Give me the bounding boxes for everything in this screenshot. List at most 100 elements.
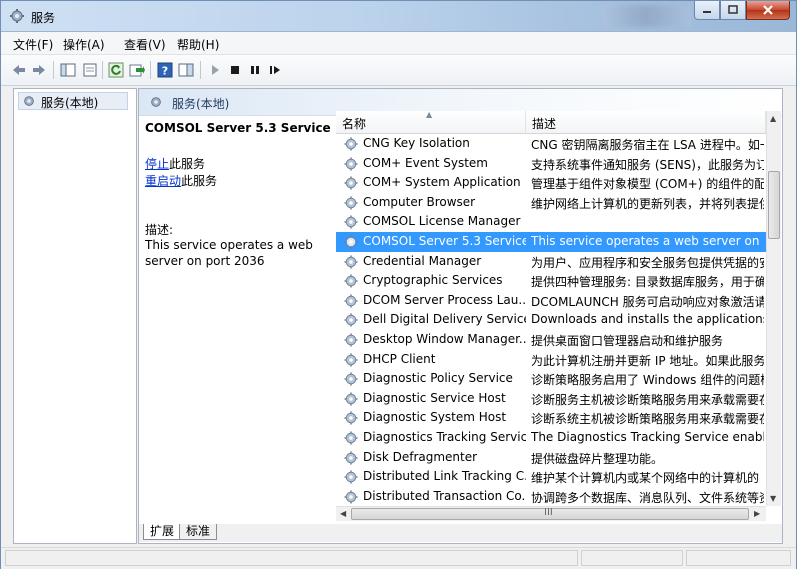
service-row[interactable]: Diagnostic Policy Service 诊断策略服务启用了 Windo… xyxy=(336,369,766,389)
service-name: COM+ Event System xyxy=(363,155,488,170)
restart-service-icon[interactable] xyxy=(267,62,283,78)
stop-service-icon[interactable] xyxy=(227,62,243,78)
view-tabs: 扩展 标准 xyxy=(139,524,782,542)
column-header-name[interactable]: 名称 ▲ xyxy=(336,111,526,133)
scroll-down-arrow-icon[interactable]: ▼ xyxy=(770,494,776,503)
horizontal-scroll-thumb[interactable]: III xyxy=(351,507,749,520)
scroll-left-arrow-icon[interactable]: ◀ xyxy=(340,509,346,518)
title-bar[interactable]: 服务 xyxy=(1,1,796,32)
vertical-scrollbar[interactable]: ▲ ▼ xyxy=(766,111,781,506)
service-name: Diagnostic Service Host xyxy=(363,390,506,405)
service-row[interactable]: COMSOL License Manager xyxy=(336,212,766,232)
tree-item-label: 服务(本地) xyxy=(41,96,99,110)
services-gear-icon xyxy=(151,97,161,107)
service-row[interactable]: Dell Digital Delivery Service Downloads a… xyxy=(336,310,766,330)
column-header-description[interactable]: 描述 xyxy=(526,111,766,133)
toolbar-separator xyxy=(102,61,103,79)
scroll-up-arrow-icon[interactable]: ▲ xyxy=(770,114,776,123)
service-row[interactable]: Diagnostics Tracking Service The Diagnost… xyxy=(336,428,766,448)
service-name: COMSOL License Manager xyxy=(363,214,521,229)
start-service-icon[interactable] xyxy=(207,62,223,78)
service-row[interactable]: COM+ Event System 支持系统事件通知服务 (SENS)，此服务为订… xyxy=(336,154,766,174)
service-name: Cryptographic Services xyxy=(363,273,503,288)
pane-header-label: 服务(本地) xyxy=(172,97,230,111)
service-name: Distributed Transaction Co... xyxy=(363,488,526,503)
service-row[interactable]: Cryptographic Services 提供四种管理服务: 目录数据库服务，… xyxy=(336,271,766,291)
service-description: 诊断服务主机被诊断策略服务用来承载需要在... xyxy=(531,392,764,407)
title-blur-area xyxy=(601,5,691,27)
back-arrow-icon[interactable] xyxy=(11,62,27,78)
show-hide-icon[interactable] xyxy=(178,62,194,78)
scroll-right-arrow-icon[interactable]: ▶ xyxy=(754,509,760,518)
service-gear-icon xyxy=(344,176,358,190)
service-row[interactable]: Diagnostic Service Host 诊断服务主机被诊断策略服务用来承载… xyxy=(336,389,766,409)
close-button[interactable] xyxy=(746,1,790,20)
toolbar-separator xyxy=(53,61,54,79)
forward-arrow-icon[interactable] xyxy=(31,62,47,78)
services-gear-icon xyxy=(10,9,24,23)
service-name: Disk Defragmenter xyxy=(363,449,478,464)
service-name: DHCP Client xyxy=(363,351,436,366)
export-list-icon[interactable] xyxy=(129,62,145,78)
vertical-scroll-thumb[interactable] xyxy=(768,171,780,239)
service-row[interactable]: CNG Key Isolation CNG 密钥隔离服务宿主在 LSA 进程中。如… xyxy=(336,134,766,154)
service-row[interactable]: Distributed Link Tracking C... 维护某个计算机内或某… xyxy=(336,467,766,487)
service-row[interactable]: COMSOL Server 5.3 Service This service op… xyxy=(336,232,766,252)
horizontal-scrollbar[interactable]: ◀ III ▶ xyxy=(336,506,766,521)
service-row[interactable]: COM+ System Application 管理基于组件对象模型 (COM+)… xyxy=(336,173,766,193)
service-name: CNG Key Isolation xyxy=(363,136,470,150)
console-tree-icon[interactable] xyxy=(60,62,76,78)
menu-help[interactable]: 帮助(H) xyxy=(177,36,219,53)
status-cell xyxy=(5,550,578,566)
service-description: 提供磁盘碎片整理功能。 xyxy=(531,451,664,466)
menu-file[interactable]: 文件(F) xyxy=(13,36,53,53)
service-description: 支持系统事件通知服务 (SENS)，此服务为订... xyxy=(531,157,764,172)
service-row[interactable]: Disk Defragmenter 提供磁盘碎片整理功能。 xyxy=(336,448,766,468)
restart-service-link[interactable]: 重启动 xyxy=(145,174,181,188)
service-gear-icon xyxy=(344,255,358,269)
stop-service-suffix: 此服务 xyxy=(169,157,206,171)
status-cell xyxy=(581,550,683,566)
description-label: 描述: xyxy=(145,223,174,237)
service-gear-icon xyxy=(344,490,358,504)
maximize-icon xyxy=(728,5,738,14)
tab-extended[interactable]: 扩展 xyxy=(143,524,182,540)
service-description: 维护某个计算机内或某个网络中的计算机的 N... xyxy=(531,471,764,486)
service-row[interactable]: Computer Browser 维护网络上计算机的更新列表，并将列表提供... xyxy=(336,193,766,213)
pause-service-icon[interactable] xyxy=(247,62,263,78)
service-name: Diagnostic Policy Service xyxy=(363,371,513,386)
minimize-button[interactable] xyxy=(694,1,720,20)
maximize-button[interactable] xyxy=(720,1,746,20)
service-description: 诊断系统主机被诊断策略服务用来承载需要在... xyxy=(531,412,764,427)
tree-item-services-local[interactable]: 服务(本地) xyxy=(18,92,128,110)
menu-action[interactable]: 操作(A) xyxy=(63,36,105,53)
service-name: Desktop Window Manager... xyxy=(363,332,526,346)
service-row[interactable]: Diagnostic System Host 诊断系统主机被诊断策略服务用来承载需… xyxy=(336,408,766,428)
menu-view[interactable]: 查看(V) xyxy=(124,36,166,53)
refresh-icon[interactable] xyxy=(108,62,124,78)
service-gear-icon xyxy=(344,196,358,210)
tab-standard[interactable]: 标准 xyxy=(179,524,218,540)
service-gear-icon xyxy=(344,411,358,425)
service-description: 为此计算机注册并更新 IP 地址。如果此服务... xyxy=(531,353,764,368)
help-icon[interactable]: ? xyxy=(157,62,173,78)
service-row[interactable]: Credential Manager 为用户、应用程序和安全服务包提供凭据的安..… xyxy=(336,252,766,272)
service-description: 为用户、应用程序和安全服务包提供凭据的安... xyxy=(531,255,764,270)
caption-buttons xyxy=(694,1,790,22)
service-name: DCOM Server Process Lau... xyxy=(363,292,526,307)
service-row[interactable]: DCOM Server Process Lau... DCOMLAUNCH 服务可… xyxy=(336,291,766,311)
service-row[interactable]: Desktop Window Manager... 提供桌面窗口管理器启动和维护服… xyxy=(336,330,766,350)
service-name: Diagnostics Tracking Service xyxy=(363,430,526,444)
properties-icon[interactable] xyxy=(82,62,98,78)
toolbar-separator xyxy=(150,61,151,79)
sort-ascending-icon: ▲ xyxy=(426,111,433,119)
service-row[interactable]: DHCP Client 为此计算机注册并更新 IP 地址。如果此服务... xyxy=(336,350,766,370)
stop-service-link[interactable]: 停止 xyxy=(145,157,169,171)
service-gear-icon xyxy=(344,333,358,347)
service-gear-icon xyxy=(344,157,358,171)
toolbar-separator xyxy=(200,61,201,79)
service-row[interactable]: Distributed Transaction Co... 协调跨多个数据库、消息… xyxy=(336,487,766,507)
toolbar: ? xyxy=(1,55,796,86)
selected-service-title: COMSOL Server 5.3 Service xyxy=(145,121,331,135)
services-window: 服务 文件(F) 操作(A) 查看(V) 帮助(H) ? 服务(本地) 服务(本… xyxy=(0,0,797,569)
